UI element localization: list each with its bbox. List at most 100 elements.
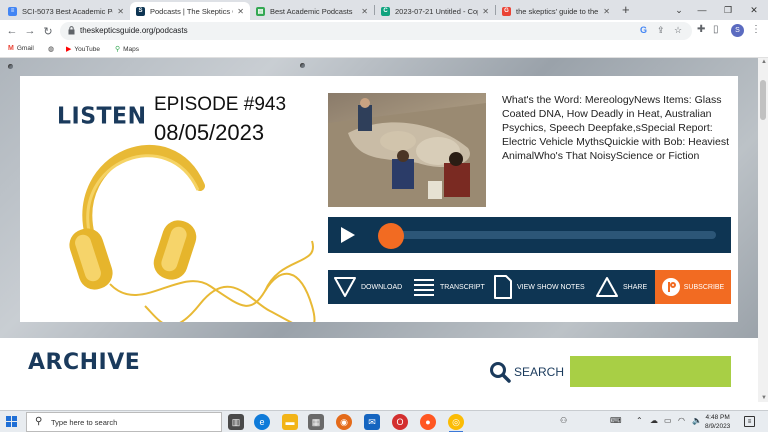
tab-title: the skeptics' guide to the un [516, 6, 599, 16]
decorative-rivet [8, 64, 13, 69]
minimize-button[interactable]: — [690, 0, 714, 20]
file-explorer-icon[interactable]: ▬ [282, 414, 298, 430]
subscribe-button[interactable]: SUBSCRIBE [655, 270, 731, 304]
bookmark-label: YouTube [74, 45, 100, 53]
subscribe-label: SUBSCRIBE [683, 283, 725, 291]
notification-center-icon[interactable]: ≡ [744, 416, 755, 427]
docs-icon: ≡ [8, 6, 17, 16]
listen-heading: LISTEN [57, 103, 147, 130]
sheets-icon: ▤ [256, 6, 265, 16]
show-hidden-icons-chevron-up-icon[interactable]: ⌃ [636, 416, 643, 425]
share-icon [596, 277, 618, 297]
task-view-icon[interactable]: ▥ [228, 414, 244, 430]
scroll-down-icon[interactable]: ▼ [761, 395, 767, 401]
taskbar-search-box[interactable]: ⚲ Type here to search [26, 412, 222, 432]
extensions-icon[interactable]: ✚ [697, 24, 705, 35]
close-tab-icon[interactable]: ✕ [237, 7, 244, 16]
episode-description: What's the Word: MereologyNews Items: Gl… [502, 94, 730, 162]
archive-search-input[interactable] [570, 356, 731, 387]
forward-button[interactable]: → [22, 23, 38, 39]
archive-section: ARCHIVE SEARCH [0, 338, 758, 402]
tab-title: 2023-07-21 Untitled - Copy [395, 6, 479, 16]
battery-icon[interactable]: ▭ [664, 416, 672, 425]
back-button[interactable]: ← [4, 23, 20, 39]
youtube-icon: ▶ [66, 46, 72, 53]
close-tab-icon[interactable]: ✕ [482, 7, 489, 16]
bookmark-label: Maps [123, 45, 140, 53]
people-icon[interactable]: ⚇ [560, 416, 567, 425]
google-lens-icon[interactable]: G [640, 25, 647, 35]
address-bar[interactable]: theskepticsguide.org/podcasts G ⇪ ☆ [60, 22, 692, 40]
tab-skeptics-podcasts[interactable]: S Podcasts | The Skeptics Guide ✕ [130, 2, 250, 20]
restore-button[interactable]: ❐ [716, 0, 740, 20]
share-page-icon[interactable]: ⇪ [657, 25, 665, 36]
progress-scrubber[interactable] [377, 223, 404, 249]
share-label: SHARE [623, 283, 648, 291]
edge-icon[interactable]: e [254, 414, 270, 430]
share-button[interactable]: SHARE [596, 270, 647, 304]
scroll-thumb[interactable] [760, 80, 766, 120]
scroll-up-icon[interactable]: ▲ [761, 59, 767, 65]
wifi-icon[interactable]: ◠ [678, 416, 685, 425]
browser-tab-bar: ≡ SCI-5073 Best Academic Pod ✕ S Podcast… [0, 0, 768, 20]
decorative-rivet [300, 63, 305, 68]
document-icon [494, 275, 512, 299]
audio-player [328, 217, 731, 253]
store-icon[interactable]: ▦ [308, 414, 324, 430]
page-viewport: LISTEN EPISODE #943 08/05/2023 What's th… [0, 58, 768, 402]
menu-icon[interactable]: ⋮ [751, 24, 761, 35]
browser-toolbar: ← → ↻ theskepticsguide.org/podcasts G ⇪ … [0, 20, 768, 42]
view-show-notes-button[interactable]: VIEW SHOW NOTES [494, 270, 585, 304]
windows-start-icon[interactable] [6, 416, 17, 427]
bookmark-label: Gmail [16, 45, 34, 52]
chrome-icon[interactable]: ◎ [448, 414, 464, 430]
keyboard-icon[interactable]: ⌨ [610, 416, 622, 425]
bookmark-gmail[interactable]: M Gmail [8, 45, 34, 52]
tab-search-icon[interactable]: ⌄ [667, 0, 691, 20]
progress-track[interactable] [380, 231, 716, 239]
bookmark-globe[interactable]: ◍ [48, 45, 57, 53]
play-button[interactable] [341, 227, 355, 243]
download-button[interactable]: DOWNLOAD [334, 270, 402, 304]
bookmark-maps[interactable]: ⚲ Maps [115, 45, 140, 54]
tab-untitled-copy[interactable]: C 2023-07-21 Untitled - Copy ✕ [375, 2, 495, 20]
system-clock[interactable]: 4:48 PM 8/9/2023 [705, 413, 730, 431]
tab-best-academic-podcasts[interactable]: ▤ Best Academic Podcasts ✕ [250, 2, 374, 20]
taskbar-search-placeholder: Type here to search [51, 418, 118, 427]
url-text: theskepticsguide.org/podcasts [80, 26, 188, 35]
new-tab-button[interactable]: + [622, 2, 630, 18]
search-icon[interactable] [489, 361, 511, 383]
bookmark-youtube[interactable]: ▶ YouTube [66, 45, 100, 54]
tab-title: SCI-5073 Best Academic Pod [22, 6, 114, 16]
opera-icon[interactable]: O [392, 414, 408, 430]
show-notes-label: VIEW SHOW NOTES [517, 283, 585, 291]
cloud-icon[interactable]: ☁ [650, 416, 658, 425]
profile-avatar[interactable]: S [731, 24, 744, 37]
transcript-icon [414, 279, 434, 296]
episode-photo [328, 93, 486, 207]
bookmarks-bar: M Gmail ◍ ▶ YouTube ⚲ Maps [0, 42, 768, 58]
close-window-button[interactable]: ✕ [742, 0, 766, 20]
side-panel-icon[interactable]: ▯ [713, 24, 719, 35]
globe-icon: ◍ [48, 46, 55, 53]
tab-google-search[interactable]: G the skeptics' guide to the un ✕ [496, 2, 616, 20]
firefox-icon[interactable]: ◉ [336, 414, 352, 430]
search-icon: ⚲ [35, 416, 43, 427]
headphones-illustration [69, 144, 316, 322]
excavation-photo [328, 98, 486, 207]
bookmark-star-icon[interactable]: ☆ [674, 25, 682, 36]
close-tab-icon[interactable]: ✕ [117, 7, 124, 16]
close-tab-icon[interactable]: ✕ [603, 7, 610, 16]
copy-ai-icon: C [381, 6, 390, 16]
reload-button[interactable]: ↻ [40, 23, 56, 39]
download-icon [334, 277, 356, 297]
tab-sci-5073[interactable]: ≡ SCI-5073 Best Academic Pod ✕ [2, 2, 130, 20]
reddit-icon[interactable]: ● [420, 414, 436, 430]
download-label: DOWNLOAD [361, 283, 403, 291]
volume-icon[interactable]: 🔈 [692, 416, 702, 425]
gmail-icon: M [8, 45, 14, 52]
page-scrollbar[interactable]: ▲ ▼ [758, 58, 768, 402]
transcript-button[interactable]: TRANSCRIPT [413, 270, 485, 304]
close-tab-icon[interactable]: ✕ [361, 7, 368, 16]
mail-icon[interactable]: ✉ [364, 414, 380, 430]
